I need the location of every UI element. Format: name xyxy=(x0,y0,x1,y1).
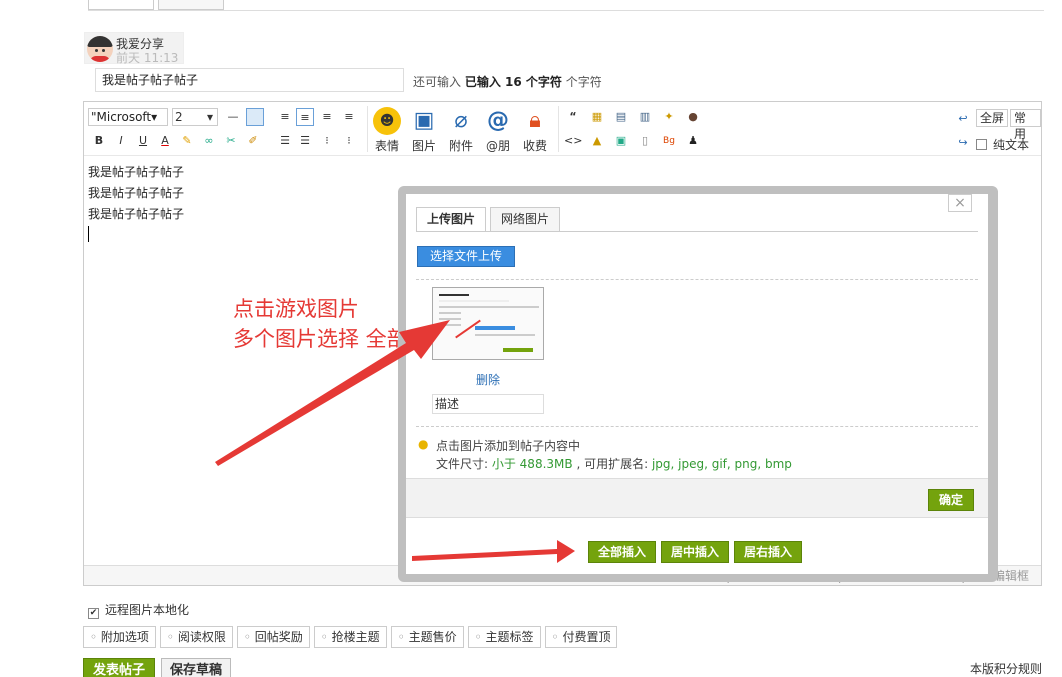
user-card: 我爱分享 前天 11:13 xyxy=(84,32,184,65)
emoji-button[interactable]: ☻ 表情 xyxy=(370,107,404,154)
code-icon[interactable]: <> xyxy=(564,132,582,150)
mention-button[interactable]: @ @朋 xyxy=(481,107,515,154)
align-justify-icon[interactable]: ≡ xyxy=(340,108,358,126)
dialog-tabs: 上传图片 网络图片 xyxy=(416,207,564,232)
size-select[interactable]: 2 ▾ xyxy=(172,108,218,126)
rules-link[interactable]: 本版积分规则 xyxy=(970,660,1042,677)
smiley-icon: ☻ xyxy=(373,107,401,135)
option-paid-sticky[interactable]: 付费置顶 xyxy=(544,626,618,648)
file-size-hint: 文件尺寸: 小于 488.3MB , 可用扩展名: jpg, jpeg, gif… xyxy=(436,457,792,471)
title-input[interactable]: 我是帖子帖子帖子 xyxy=(95,68,404,92)
option-tags[interactable]: 主题标签 xyxy=(467,626,541,648)
font-color-button[interactable]: A xyxy=(156,132,174,150)
save-draft-button[interactable]: 保存草稿 xyxy=(161,658,231,677)
text-caret xyxy=(88,226,89,242)
image-thumbnail[interactable] xyxy=(432,287,544,360)
option-reply-reward[interactable]: 回帖奖励 xyxy=(236,626,310,648)
page-icon[interactable]: ▯ xyxy=(636,132,654,150)
italic-button[interactable]: I xyxy=(112,132,130,150)
link-icon[interactable]: ∞ xyxy=(200,132,218,150)
option-floor-grab[interactable]: 抢楼主题 xyxy=(313,626,387,648)
image-button[interactable]: ▣ 图片 xyxy=(407,107,441,154)
editor-content[interactable]: 我是帖子帖子帖子 我是帖子帖子帖子 我是帖子帖子帖子 xyxy=(88,162,184,225)
table-icon[interactable]: ▤ xyxy=(612,108,630,126)
avatar xyxy=(87,36,113,62)
delete-link[interactable]: 删除 xyxy=(476,371,500,388)
insert-all-button[interactable]: 全部插入 xyxy=(588,541,656,563)
content-line: 我是帖子帖子帖子 xyxy=(88,165,185,179)
lightbulb-icon: ● xyxy=(418,437,429,451)
option-price[interactable]: 主题售价 xyxy=(390,626,464,648)
redo-icon[interactable]: ↪ xyxy=(954,134,972,152)
align-center-icon[interactable]: ≡ xyxy=(296,108,314,126)
image-dialog-body: × 上传图片 网络图片 选择文件上传 删除 描述 ● 点击图片添加到帖子内容中 … xyxy=(406,194,988,574)
outdent-icon[interactable]: ☰ xyxy=(296,132,314,150)
insert-center-button[interactable]: 居中插入 xyxy=(661,541,729,563)
align-right-icon[interactable]: ≡ xyxy=(318,108,336,126)
content-line: 我是帖子帖子帖子 xyxy=(88,186,185,200)
free-icon[interactable]: ▦ xyxy=(588,108,606,126)
user-time: 前天 11:13 xyxy=(116,51,179,65)
description-input[interactable]: 描述 xyxy=(432,394,544,414)
indent-icon[interactable]: ☰ xyxy=(276,132,294,150)
content-line: 我是帖子帖子帖子 xyxy=(88,207,185,221)
tab-upload-image[interactable]: 上传图片 xyxy=(416,207,487,232)
insert-right-button[interactable]: 居右插入 xyxy=(734,541,802,563)
image-icon: ▣ xyxy=(413,108,435,133)
media-icon[interactable]: ▣ xyxy=(612,132,630,150)
align-left-icon[interactable]: ≡ xyxy=(276,108,294,126)
paperclip-icon: ⌀ xyxy=(454,108,468,133)
quote-icon[interactable]: “ xyxy=(564,108,582,126)
post-options: 附加选项 阅读权限 回帖奖励 抢楼主题 主题售价 主题标签 付费置顶 xyxy=(83,626,621,648)
upload-file-button[interactable]: 选择文件上传 xyxy=(417,246,515,267)
ordered-list-icon[interactable]: ⁝ xyxy=(318,132,336,150)
remote-image-checkbox[interactable]: ✔ xyxy=(88,608,99,619)
close-icon[interactable]: × xyxy=(948,194,972,212)
hide-icon[interactable]: ▲ xyxy=(588,132,606,150)
background-icon[interactable] xyxy=(246,108,264,126)
hr-button[interactable]: — xyxy=(224,108,242,126)
puzzle-icon[interactable]: ✦ xyxy=(660,108,678,126)
fullscreen-button[interactable]: 全屏 xyxy=(976,109,1009,127)
bg-icon[interactable]: Bg xyxy=(660,132,678,150)
unordered-list-icon[interactable]: ⁝ xyxy=(340,132,358,150)
common-button[interactable]: 常用 xyxy=(1010,109,1041,141)
confirm-button[interactable]: 确定 xyxy=(928,489,974,511)
editor-toolbar: "Microsoft▾ 2 ▾ — ≡ ≡ ≡ ≡ B I U A ✎ ∞ ✂ … xyxy=(84,102,1041,156)
underline-button[interactable]: U xyxy=(134,132,152,150)
undo-icon[interactable]: ↩ xyxy=(954,110,972,128)
font-select[interactable]: "Microsoft▾ xyxy=(88,108,168,126)
flash-icon[interactable]: ● xyxy=(684,108,702,126)
option-extra[interactable]: 附加选项 xyxy=(83,626,156,648)
highlight-icon[interactable]: ✎ xyxy=(178,132,196,150)
plaintext-checkbox[interactable] xyxy=(976,139,987,150)
plaintext-toggle[interactable]: 纯文本 xyxy=(976,136,1029,153)
lock-icon: 🔒︎ xyxy=(529,108,541,133)
attachment-button[interactable]: ⌀ 附件 xyxy=(444,107,478,154)
option-read-permission[interactable]: 阅读权限 xyxy=(159,626,233,648)
at-icon: @ xyxy=(487,108,509,133)
submit-post-button[interactable]: 发表帖子 xyxy=(83,658,155,677)
top-divider xyxy=(88,10,1044,11)
qq-icon[interactable]: ♟ xyxy=(684,132,702,150)
tab-post[interactable] xyxy=(88,0,154,10)
dialog-footer: 确定 xyxy=(406,478,988,518)
unlink-icon[interactable]: ✂ xyxy=(222,132,240,150)
remote-image-option[interactable]: ✔ 远程图片本地化 xyxy=(88,601,189,619)
hint-text: 点击图片添加到帖子内容中 xyxy=(436,439,581,453)
top-tabs xyxy=(88,0,228,10)
bold-button[interactable]: B xyxy=(90,132,108,150)
clear-format-icon[interactable]: ✐ xyxy=(244,132,262,150)
char-count: 还可输入 已输入 16 个字符 个字符 xyxy=(413,75,602,89)
split-icon[interactable]: ▥ xyxy=(636,108,654,126)
page: 我爱分享 前天 11:13 我是帖子帖子帖子 还可输入 已输入 16 个字符 个… xyxy=(0,0,1062,677)
tab-other[interactable] xyxy=(158,0,224,10)
image-dialog: × 上传图片 网络图片 选择文件上传 删除 描述 ● 点击图片添加到帖子内容中 … xyxy=(398,186,998,582)
tab-web-image[interactable]: 网络图片 xyxy=(490,207,561,232)
paid-button[interactable]: 🔒︎ 收费 xyxy=(518,107,552,154)
